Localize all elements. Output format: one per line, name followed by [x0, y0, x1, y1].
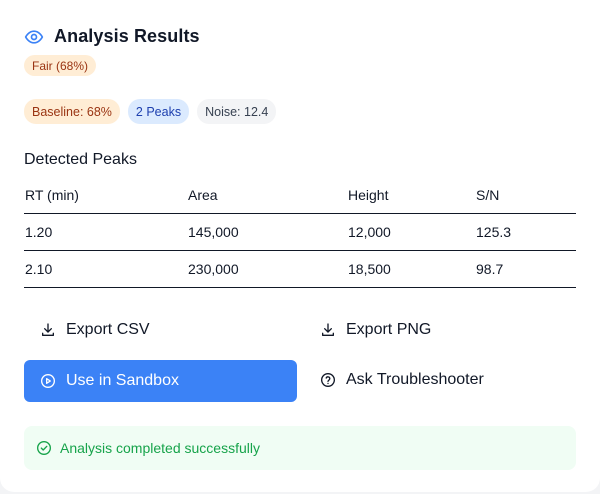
- peaks-table: RT (min) Area Height S/N 1.20 145,000 12…: [24, 177, 576, 288]
- card-header: Analysis Results: [24, 26, 200, 47]
- cell-sn: 98.7: [475, 250, 576, 288]
- summary-pills: Baseline: 68% 2 Peaks Noise: 12.4: [24, 99, 277, 124]
- download-icon: [40, 322, 56, 338]
- cell-rt: 2.10: [24, 250, 187, 288]
- peaks-count-badge: 2 Peaks: [127, 99, 190, 124]
- noise-badge: Noise: 12.4: [197, 99, 277, 124]
- ask-troubleshooter-label: Ask Troubleshooter: [346, 371, 484, 388]
- export-csv-button[interactable]: Export CSV: [40, 321, 150, 339]
- status-message: Analysis completed successfully: [60, 440, 260, 456]
- play-circle-icon: [40, 373, 56, 389]
- use-in-sandbox-button[interactable]: Use in Sandbox: [24, 360, 297, 402]
- cell-rt: 1.20: [24, 213, 187, 251]
- cell-height: 12,000: [347, 213, 475, 251]
- ask-troubleshooter-button[interactable]: Ask Troubleshooter: [320, 371, 484, 389]
- analysis-results-card: Analysis Results Fair (68%) Baseline: 68…: [0, 0, 600, 492]
- column-header-height: Height: [347, 177, 475, 214]
- help-circle-icon: [320, 372, 336, 388]
- baseline-badge: Baseline: 68%: [24, 99, 120, 124]
- table-header-row: RT (min) Area Height S/N: [24, 177, 576, 214]
- column-header-rt: RT (min): [24, 177, 187, 214]
- status-banner: Analysis completed successfully: [24, 426, 576, 470]
- table-row: 1.20 145,000 12,000 125.3: [24, 213, 576, 251]
- cell-sn: 125.3: [475, 213, 576, 251]
- column-header-sn: S/N: [475, 177, 576, 214]
- page-title: Analysis Results: [54, 26, 200, 46]
- export-png-button[interactable]: Export PNG: [320, 321, 431, 339]
- export-csv-label: Export CSV: [66, 321, 150, 338]
- export-png-label: Export PNG: [346, 321, 432, 338]
- eye-icon: [24, 27, 44, 47]
- download-icon: [320, 322, 336, 338]
- cell-height: 18,500: [347, 250, 475, 288]
- check-circle-icon: [36, 440, 52, 456]
- table-row: 2.10 230,000 18,500 98.7: [24, 250, 576, 288]
- detected-peaks-title: Detected Peaks: [24, 151, 137, 168]
- cell-area: 230,000: [187, 250, 347, 288]
- cell-area: 145,000: [187, 213, 347, 251]
- use-in-sandbox-label: Use in Sandbox: [66, 372, 179, 389]
- column-header-area: Area: [187, 177, 347, 214]
- quality-badge: Fair (68%): [24, 55, 97, 76]
